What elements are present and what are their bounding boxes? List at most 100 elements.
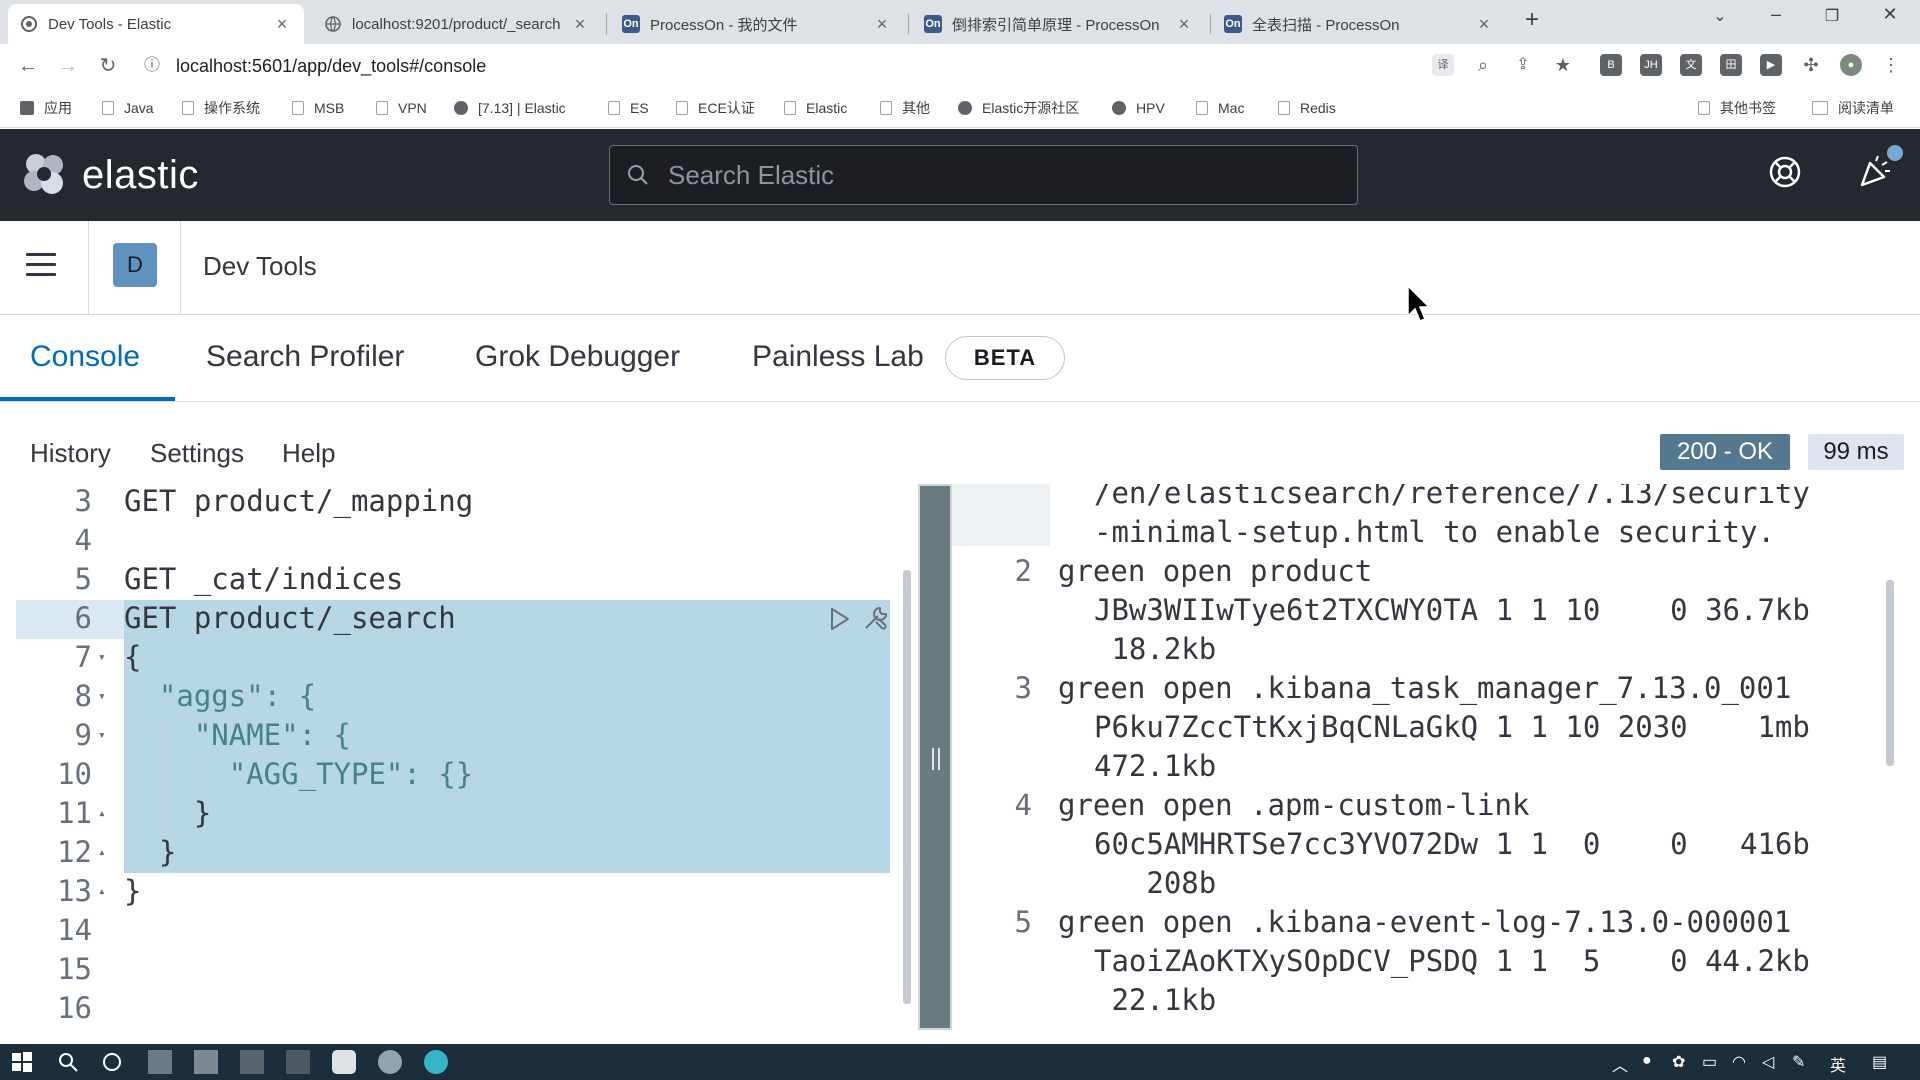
- search-input[interactable]: [668, 159, 1268, 191]
- output-scrollbar[interactable]: [1886, 580, 1894, 766]
- site-info-icon[interactable]: ⓘ: [138, 52, 166, 80]
- fold-toggle-icon[interactable]: ▴: [98, 884, 106, 899]
- extension-icon[interactable]: 文: [1680, 54, 1702, 76]
- code-line[interactable]: "AGG_TYPE": {}: [124, 757, 473, 791]
- editor-scrollbar[interactable]: [903, 570, 911, 1004]
- puzzle-icon[interactable]: ✣: [1800, 54, 1822, 76]
- bookmark-item[interactable]: 其他: [880, 98, 930, 118]
- bookmark-item[interactable]: Redis: [1278, 98, 1336, 118]
- zoom-icon[interactable]: ⌕: [1472, 54, 1494, 76]
- minimize-icon[interactable]: –: [1756, 4, 1796, 25]
- bookmark-item[interactable]: MSB: [292, 98, 344, 118]
- search-icon[interactable]: [56, 1050, 80, 1074]
- code-line[interactable]: "NAME": {: [124, 718, 351, 752]
- battery-icon[interactable]: ▭: [1702, 1052, 1717, 1072]
- space-avatar[interactable]: D: [113, 243, 157, 287]
- bookmark-item[interactable]: VPN: [376, 98, 427, 118]
- help-icon[interactable]: [1767, 154, 1803, 190]
- tab-painless-lab[interactable]: Painless Lab: [752, 340, 924, 374]
- bookmark-item[interactable]: [7.13] | Elastic: [454, 98, 566, 118]
- fold-toggle-icon[interactable]: ▾: [98, 650, 106, 665]
- taskbar-app-icon[interactable]: [286, 1050, 310, 1074]
- taskbar-app-icon[interactable]: [332, 1050, 356, 1074]
- browser-tab-active[interactable]: Dev Tools - Elastic ×: [8, 4, 304, 44]
- elastic-logo-icon[interactable]: [22, 151, 68, 197]
- browser-tab[interactable]: localhost:9201/product/_search ×: [312, 4, 602, 44]
- browser-tab[interactable]: On 倒排索引简单原理 - ProcessOn ×: [912, 4, 1206, 44]
- forward-icon[interactable]: →: [54, 52, 82, 80]
- bookmark-item[interactable]: Mac: [1196, 98, 1244, 118]
- hamburger-menu-icon[interactable]: [26, 253, 60, 283]
- code-line[interactable]: }: [124, 874, 141, 908]
- tab-search-icon[interactable]: ⌄: [1700, 6, 1740, 26]
- brand-name[interactable]: elastic: [82, 153, 199, 198]
- response-output[interactable]: /en/elasticsearch/reference/7.13/securit…: [952, 484, 1920, 1030]
- settings-link[interactable]: Settings: [150, 438, 244, 469]
- bookmark-item[interactable]: ECE认证: [676, 98, 755, 118]
- code-line[interactable]: GET product/_search: [124, 601, 456, 635]
- wechat-tray-icon[interactable]: ●: [1642, 1052, 1652, 1070]
- tab-search-profiler[interactable]: Search Profiler: [206, 340, 404, 374]
- browser-tab[interactable]: On 全表扫描 - ProcessOn ×: [1212, 4, 1506, 44]
- extension-icon[interactable]: ▶: [1760, 54, 1782, 76]
- bookmark-item[interactable]: Java: [102, 98, 154, 118]
- tray-chevron-icon[interactable]: ︿: [1612, 1052, 1628, 1076]
- bookmark-item[interactable]: Elastic: [784, 98, 847, 118]
- close-tab-icon[interactable]: ×: [1474, 14, 1494, 35]
- menu-dots-icon[interactable]: ⋮: [1880, 54, 1902, 76]
- extension-icon[interactable]: B: [1600, 54, 1622, 76]
- fold-toggle-icon[interactable]: ▾: [98, 728, 106, 743]
- cortana-icon[interactable]: [100, 1050, 124, 1074]
- volume-icon[interactable]: ◁: [1762, 1052, 1774, 1072]
- back-icon[interactable]: ←: [14, 52, 42, 80]
- send-request-play-icon[interactable]: [828, 606, 852, 632]
- close-tab-icon[interactable]: ×: [272, 14, 292, 35]
- help-link[interactable]: Help: [282, 438, 335, 469]
- address-bar[interactable]: localhost:5601/app/dev_tools#/console: [176, 52, 486, 80]
- extension-icon[interactable]: 田: [1720, 54, 1742, 76]
- taskbar-app-icon[interactable]: [148, 1050, 172, 1074]
- bookmark-star-icon[interactable]: ★: [1552, 54, 1574, 76]
- newsfeed-icon[interactable]: [1856, 153, 1894, 191]
- reading-list[interactable]: 阅读清单: [1812, 98, 1894, 118]
- code-line[interactable]: GET product/_mapping: [124, 484, 473, 518]
- translate-icon[interactable]: 译: [1432, 54, 1454, 76]
- other-bookmarks[interactable]: 其他书签: [1698, 98, 1776, 118]
- bookmark-item[interactable]: ES: [608, 98, 649, 118]
- windows-start-icon[interactable]: [10, 1050, 34, 1074]
- bookmark-item[interactable]: 操作系统: [182, 98, 260, 118]
- chrome-taskbar-icon[interactable]: [378, 1050, 402, 1074]
- code-line[interactable]: }: [124, 796, 211, 830]
- request-editor[interactable]: 3 GET product/_mapping 4 5 GET _cat/indi…: [0, 484, 920, 1030]
- history-link[interactable]: History: [30, 438, 111, 469]
- fold-toggle-icon[interactable]: ▴: [98, 845, 106, 860]
- code-line[interactable]: GET _cat/indices: [124, 562, 403, 596]
- tray-app-icon[interactable]: ✿: [1672, 1052, 1685, 1072]
- resizer-grip-icon[interactable]: [932, 748, 940, 770]
- bookmark-item[interactable]: 应用: [20, 98, 72, 118]
- wrench-icon[interactable]: [860, 602, 892, 634]
- bookmark-item[interactable]: Elastic开源社区: [958, 98, 1079, 118]
- code-line[interactable]: }: [124, 835, 176, 869]
- tab-grok-debugger[interactable]: Grok Debugger: [475, 340, 680, 374]
- close-tab-icon[interactable]: ×: [570, 14, 590, 35]
- profile-avatar-icon[interactable]: ●: [1840, 54, 1862, 76]
- fold-toggle-icon[interactable]: ▴: [98, 806, 106, 821]
- fold-toggle-icon[interactable]: ▾: [98, 689, 106, 704]
- new-tab-icon[interactable]: +: [1512, 6, 1552, 34]
- reload-icon[interactable]: ↻: [94, 52, 122, 80]
- code-line[interactable]: {: [124, 640, 141, 674]
- global-search[interactable]: [609, 145, 1358, 205]
- share-icon[interactable]: ⇪: [1512, 54, 1534, 76]
- bookmark-item[interactable]: HPV: [1112, 98, 1165, 118]
- notification-center-icon[interactable]: ▤: [1872, 1052, 1887, 1072]
- tab-console[interactable]: Console: [30, 340, 140, 374]
- close-tab-icon[interactable]: ×: [872, 14, 892, 35]
- close-tab-icon[interactable]: ×: [1174, 14, 1194, 35]
- pen-icon[interactable]: ✎: [1792, 1052, 1805, 1072]
- code-line[interactable]: "aggs": {: [124, 679, 316, 713]
- restore-icon[interactable]: ❐: [1812, 6, 1852, 26]
- extension-icon[interactable]: JH: [1640, 54, 1662, 76]
- taskbar-app-icon[interactable]: [194, 1050, 218, 1074]
- wifi-icon[interactable]: ◠: [1732, 1052, 1746, 1072]
